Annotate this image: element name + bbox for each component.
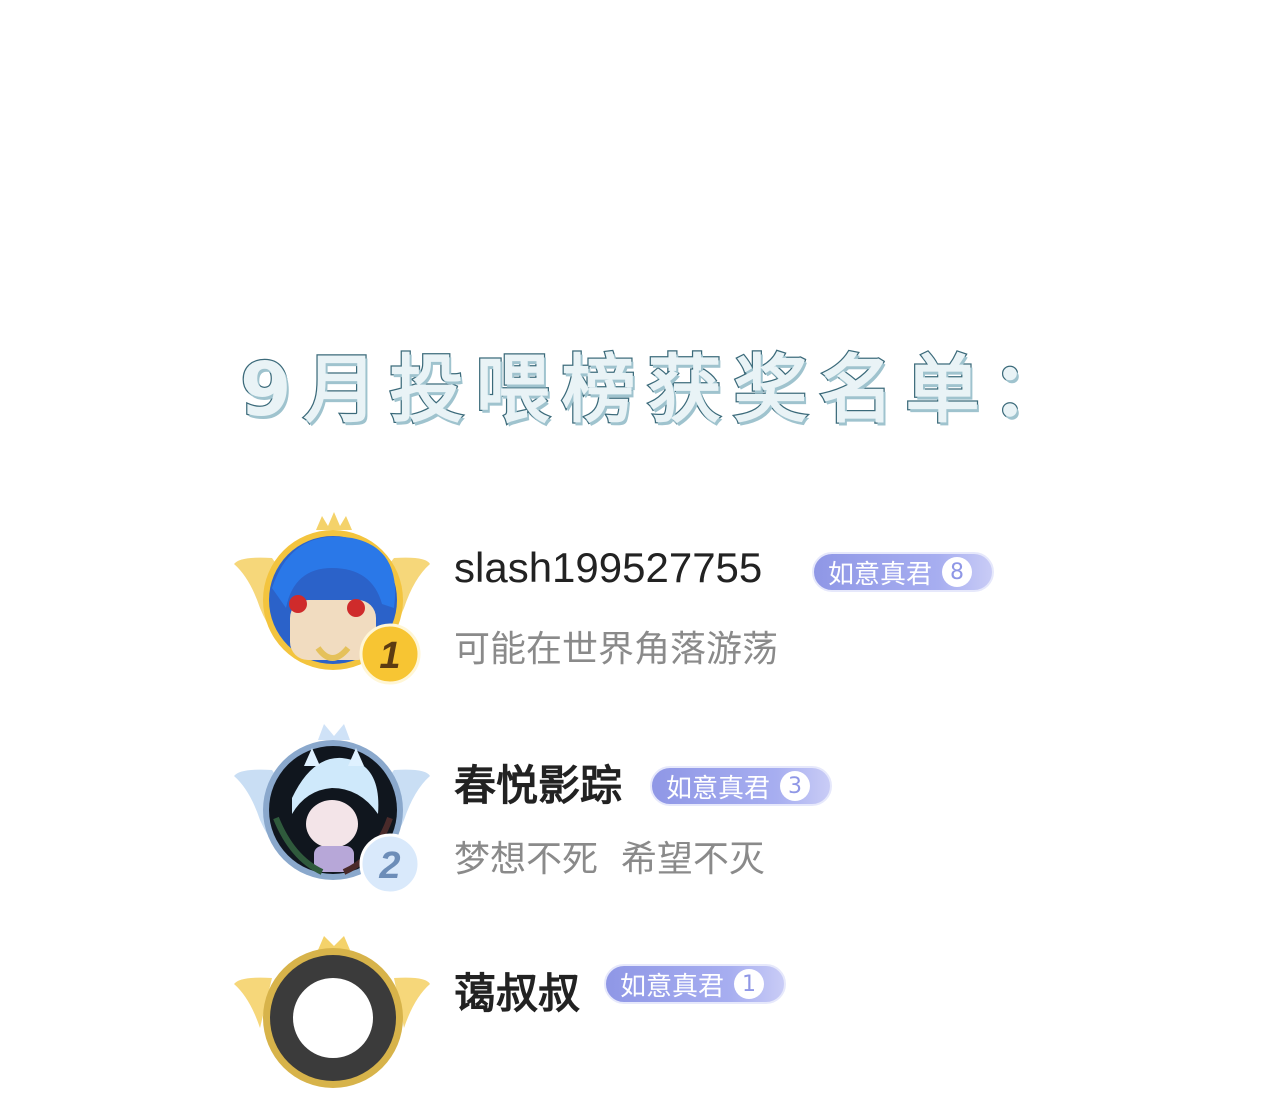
- username[interactable]: 蔼叔叔: [454, 960, 580, 1021]
- avatar[interactable]: 2: [232, 718, 432, 898]
- badge-label: 如意真君: [620, 971, 725, 1002]
- username[interactable]: slash199527755: [454, 544, 762, 592]
- svg-text:1: 1: [379, 635, 400, 677]
- badge-label: 如意真君: [666, 773, 771, 804]
- avatar[interactable]: [232, 926, 432, 1106]
- user-signature: 梦想不死 希望不灭: [454, 839, 765, 880]
- badge-level: 8: [942, 557, 973, 587]
- ranking-entry-2[interactable]: 2 春悦影踪 如意真君 3 梦想不死 希望不灭: [232, 718, 1032, 898]
- avatar-frame-silver: 2: [232, 718, 432, 898]
- ranking-entry-3[interactable]: 蔼叔叔 如意真君 1: [232, 926, 1032, 1106]
- username[interactable]: 春悦影踪: [454, 752, 622, 813]
- svg-text:2: 2: [378, 845, 400, 887]
- avatar[interactable]: 1: [232, 508, 432, 688]
- rank-badge: 如意真君 1: [604, 964, 786, 1004]
- badge-label: 如意真君: [828, 559, 933, 590]
- ranking-entry-1[interactable]: 1 slash199527755 如意真君 8 可能在世界角落游荡: [232, 508, 1032, 688]
- avatar-frame-gold: [232, 926, 432, 1106]
- page-title: 9月投喂榜获奖名单：: [239, 346, 1078, 435]
- avatar-frame-gold: 1: [232, 508, 432, 688]
- badge-level: 1: [734, 969, 765, 999]
- badge-level: 3: [780, 771, 811, 801]
- rank-badge: 如意真君 3: [650, 766, 832, 806]
- user-signature: 可能在世界角落游荡: [454, 629, 779, 670]
- rank-badge: 如意真君 8: [812, 552, 994, 592]
